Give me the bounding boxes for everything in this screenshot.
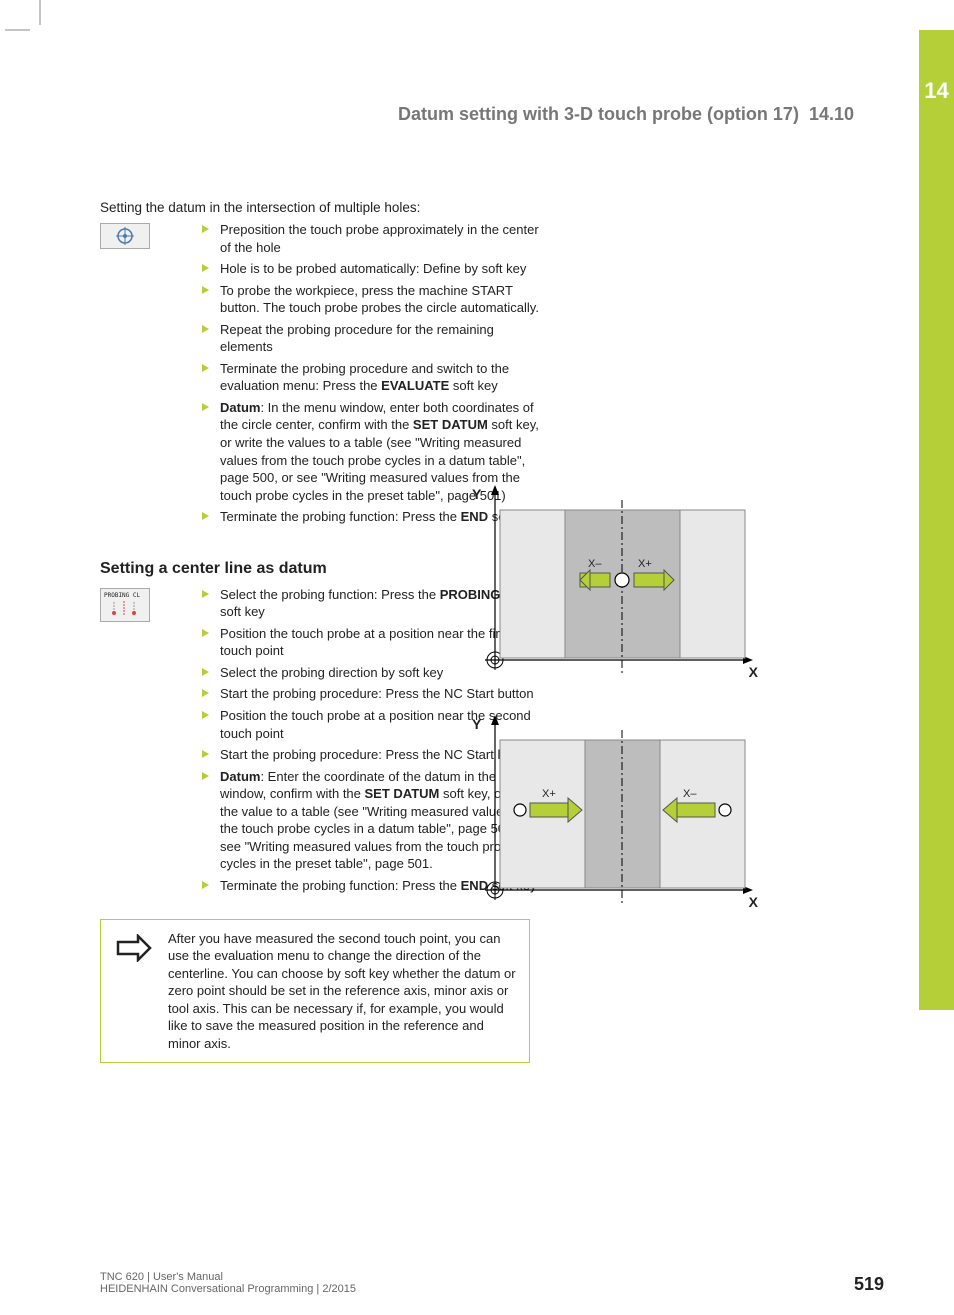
axis-x-label-2: X (749, 894, 758, 910)
diagram-centerline-outside: Y X X+ X– (470, 710, 760, 920)
axis-x-label: X (749, 664, 758, 680)
note-box: After you have measured the second touch… (100, 919, 530, 1064)
footer-line1: TNC 620 | User's Manual (100, 1271, 356, 1283)
page-footer: TNC 620 | User's Manual HEIDENHAIN Conve… (100, 1271, 884, 1295)
footer-line2: HEIDENHAIN Conversational Programming | … (100, 1283, 356, 1295)
step-item: Terminate the probing procedure and swit… (200, 360, 540, 395)
probing-cl-softkey-icon: PROBING CL (100, 588, 150, 622)
probe-hole-icon (100, 223, 150, 249)
xplus-label-2: X+ (542, 788, 556, 800)
header-title: Datum setting with 3-D touch probe (opti… (398, 104, 799, 124)
note-text: After you have measured the second touch… (168, 930, 517, 1053)
diagram-centerline-inside: Y X X– X+ (470, 480, 760, 690)
probing-cl-label: PROBING CL (104, 592, 140, 599)
axis-y-label-2: Y (472, 716, 481, 732)
diagram-area: Y X X– X+ Y X X+ (470, 480, 770, 940)
page-number: 519 (854, 1274, 884, 1295)
chapter-tab: 14 (919, 30, 954, 1010)
xminus-label-2: X– (683, 788, 696, 800)
step-item: To probe the workpiece, press the machin… (200, 282, 540, 317)
note-arrow-icon (113, 930, 168, 965)
page-header: Datum setting with 3-D touch probe (opti… (398, 104, 854, 125)
xminus-label: X– (588, 558, 601, 570)
step-item: Preposition the touch probe approximatel… (200, 221, 540, 256)
section1-intro: Setting the datum in the intersection of… (100, 200, 860, 215)
xplus-label: X+ (638, 558, 652, 570)
step-item: Hole is to be probed automatically: Defi… (200, 260, 540, 278)
chapter-number: 14 (919, 30, 954, 104)
step-item: Repeat the probing procedure for the rem… (200, 321, 540, 356)
axis-y-label: Y (472, 486, 481, 502)
header-section: 14.10 (809, 104, 854, 124)
